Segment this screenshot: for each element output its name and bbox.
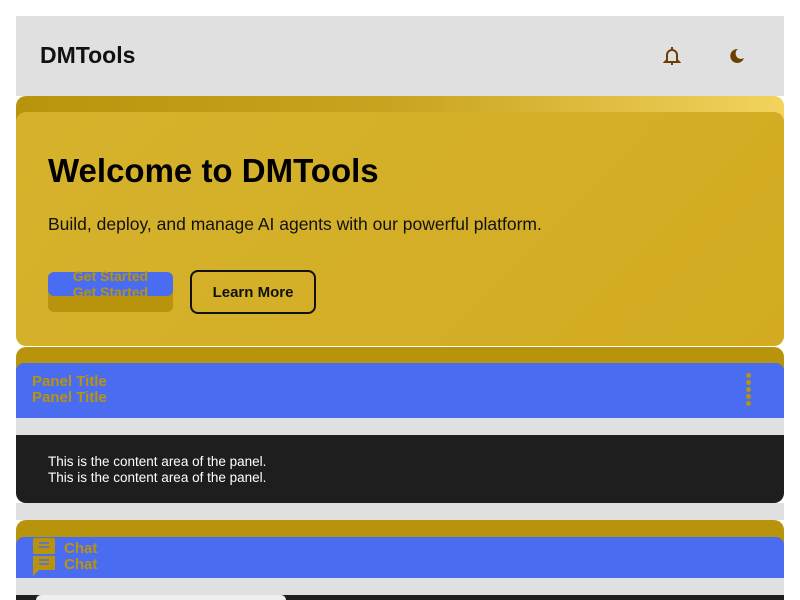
chat-title-echo: Chat: [64, 556, 98, 573]
more-options-icon[interactable]: [746, 373, 752, 406]
chat-divider: [16, 578, 784, 595]
get-started-label: Get Started: [72, 268, 149, 284]
moon-icon[interactable]: [724, 44, 748, 68]
app-header: DMTools: [16, 16, 784, 96]
learn-more-button[interactable]: Learn More: [190, 270, 316, 314]
hero-subtitle: Build, deploy, and manage AI agents with…: [48, 214, 542, 234]
panel-title: Panel Title: [32, 373, 107, 390]
panel-content-text-echo: This is the content area of the panel.: [48, 470, 267, 485]
panel-divider: [16, 418, 784, 435]
app-title: DMTools: [40, 42, 136, 68]
chat-title: Chat: [64, 540, 98, 557]
chat-message-input[interactable]: [36, 595, 286, 600]
get-started-label-echo: Get Started: [72, 284, 149, 300]
panel-content-text: This is the content area of the panel.: [48, 454, 267, 469]
chat-body: [16, 595, 784, 600]
panel-content: This is the content area of the panel. T…: [16, 435, 784, 503]
panel-gap: [16, 503, 784, 520]
chat-icon: [33, 538, 55, 576]
chat-header[interactable]: Chat Chat: [16, 537, 784, 578]
panel-title-echo: Panel Title: [32, 389, 107, 406]
panel-header: Panel Title Panel Title: [16, 363, 784, 418]
hero-title: Welcome to DMTools: [48, 152, 379, 189]
hero-card: Welcome to DMTools Build, deploy, and ma…: [16, 112, 784, 346]
get-started-button[interactable]: Get Started Get Started: [48, 268, 173, 300]
bell-icon[interactable]: [660, 44, 684, 68]
